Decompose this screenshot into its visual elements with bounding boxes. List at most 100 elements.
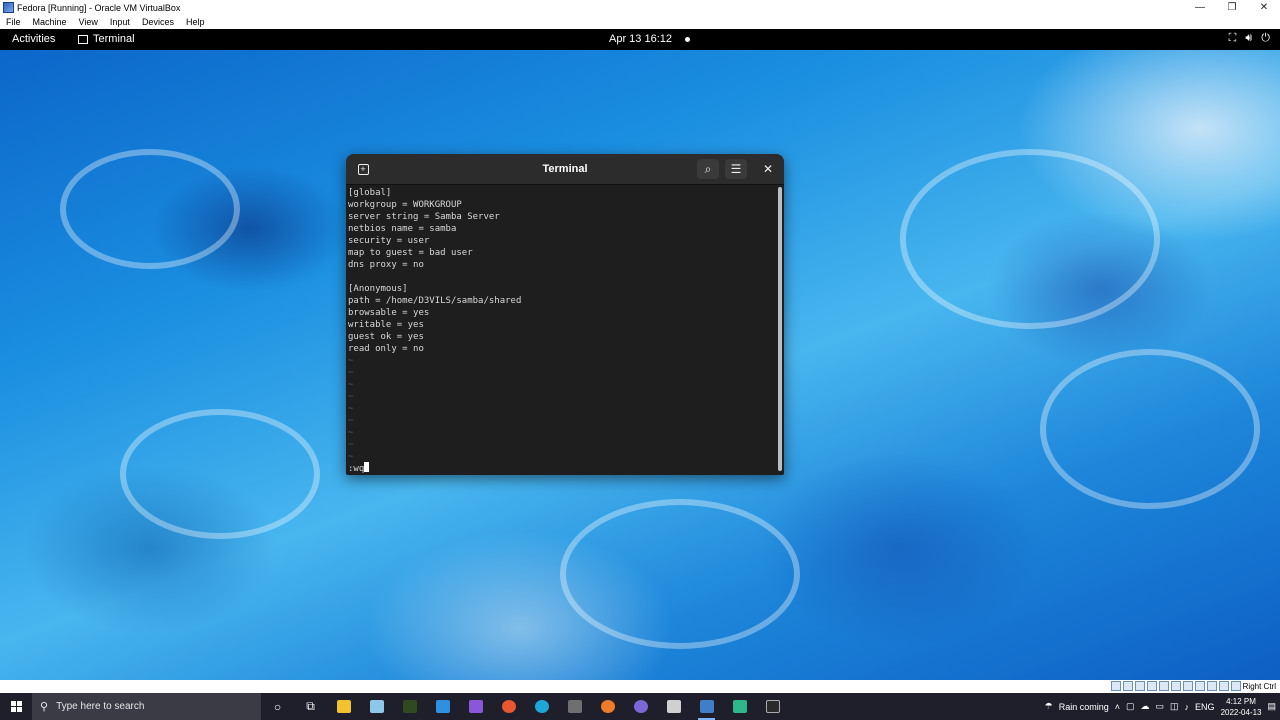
git-icon[interactable] [492,693,525,720]
terminal-close-button[interactable]: ✕ [757,159,779,179]
keyboard-status-icon[interactable] [1230,681,1241,691]
tray-app-icon[interactable]: ▢ [1126,701,1135,712]
vim-command: :wq [348,464,365,474]
terminal-scrollbar[interactable] [778,187,782,471]
notepad-icon[interactable] [360,693,393,720]
restore-button[interactable]: ❐ [1216,0,1248,15]
start-button[interactable] [0,693,32,720]
unity-icon[interactable] [657,693,690,720]
vim-empty-line: ~ [348,428,354,438]
weather-icon[interactable]: ☂ [1045,701,1053,712]
date-time[interactable]: Apr 13 16:12 [609,33,672,45]
volume-tray-icon[interactable]: ♪ [1185,702,1190,712]
file-explorer-swatch [336,700,351,713]
terminal-line: guest ok = yes [348,332,424,342]
activities-button[interactable]: Activities [12,33,55,45]
nvidia-swatch [402,700,417,713]
vbox-statusbar: Right Ctrl [0,680,1280,693]
task-view-icon[interactable]: ⧉ [294,693,327,720]
nvidia-icon[interactable] [393,693,426,720]
app-menu[interactable]: Terminal [78,33,135,45]
menu-file[interactable]: File [0,17,27,27]
menu-machine[interactable]: Machine [27,17,73,27]
taskbar-date: 2022-04-13 [1220,707,1262,717]
vbox-window-title: Fedora [Running] - Oracle VM VirtualBox [17,2,181,13]
recording-status-icon[interactable] [1194,681,1205,691]
mouse-integration-icon[interactable] [1218,681,1229,691]
gnome-top-bar: Activities Terminal Apr 13 16:12 ⛶ 🔊︎ ⏻ [0,29,1280,50]
notification-center-icon[interactable]: ▤ [1267,701,1276,712]
show-hidden-icons-icon[interactable]: ˄ [1115,702,1120,712]
notification-area: ☂ Rain coming ˄ ▢ ☁ ▭ ◫ ♪ ENG 4:12 PM 20… [1045,693,1280,720]
close-button[interactable]: ✕ [1248,0,1280,15]
menu-view[interactable]: View [73,17,104,27]
cortana-icon[interactable]: ○ [261,693,294,720]
weather-text[interactable]: Rain coming [1059,702,1109,712]
text-cursor [364,462,370,472]
terminal-app-icon[interactable] [756,693,789,720]
cpu-status-icon[interactable] [1206,681,1217,691]
search-icon: ⚲ [40,701,49,713]
vim-empty-line: ~ [348,452,354,462]
menu-help[interactable]: Help [180,17,211,27]
discord-icon[interactable] [624,693,657,720]
vim-empty-line: ~ [348,392,354,402]
virtualbox-taskbar-icon[interactable] [690,693,723,720]
minimize-button[interactable]: — [1184,0,1216,15]
system-tray[interactable]: ⛶ 🔊︎ ⏻ [1229,32,1270,45]
terminal-window[interactable]: + Terminal ⌕ ☰ ✕ [global] workgroup = WO… [346,154,784,475]
terminal-headerbar: + Terminal ⌕ ☰ ✕ [346,154,784,185]
guest-screen[interactable]: Activities Terminal Apr 13 16:12 ⛶ 🔊︎ ⏻ … [0,29,1280,680]
language-indicator[interactable]: ENG [1195,702,1215,712]
edge-icon[interactable] [525,693,558,720]
vscode-icon[interactable] [426,693,459,720]
menu-input[interactable]: Input [104,17,136,27]
file-explorer-icon[interactable] [327,693,360,720]
terminal-line: browsable = yes [348,308,430,318]
app-menu-label: Terminal [93,33,135,45]
vim-empty-line: ~ [348,380,354,390]
search-placeholder: Type here to search [56,701,145,712]
menu-devices[interactable]: Devices [136,17,180,27]
harddisk-status-icon[interactable] [1110,681,1121,691]
close-icon: ✕ [762,162,774,176]
firefox-icon[interactable] [591,693,624,720]
vim-empty-line: ~ [348,404,354,414]
taskbar-clock[interactable]: 4:12 PM 2022-04-13 [1221,696,1262,718]
edge-swatch [534,700,549,713]
display-status-icon[interactable] [1182,681,1193,691]
vscode-swatch [435,700,450,713]
network-tray-icon[interactable]: ◫ [1170,701,1179,712]
display-tray-icon[interactable]: ▭ [1156,701,1165,712]
taskbar-search-box[interactable]: ⚲ Type here to search [32,693,261,720]
virtualbox-app-icon [3,2,14,13]
terminal-line: server string = Samba Server [348,212,500,222]
optical-status-icon[interactable] [1122,681,1133,691]
audio-status-icon[interactable] [1134,681,1145,691]
network-icon[interactable]: ⛶ [1229,32,1237,45]
search-button[interactable]: ⌕ [697,159,719,179]
windows-logo-icon [10,701,22,712]
terminal-line: writable = yes [348,320,424,330]
terminal-line: [Anonymous] [348,284,408,294]
network-status-icon[interactable] [1146,681,1157,691]
hamburger-menu-button[interactable]: ☰ [725,159,747,179]
onedrive-icon[interactable]: ☁ [1141,701,1150,712]
gpu-app-icon[interactable] [558,693,591,720]
visual-studio-icon[interactable] [459,693,492,720]
power-icon[interactable]: ⏻ [1261,32,1270,45]
vim-empty-line: ~ [348,368,354,378]
vim-empty-line: ~ [348,440,354,450]
search-icon: ⌕ [704,161,712,176]
shared-folder-status-icon[interactable] [1170,681,1181,691]
usb-status-icon[interactable] [1158,681,1169,691]
windows-taskbar: ⚲ Type here to search ○ ⧉ ☂ Rain coming … [0,693,1280,720]
git-swatch [501,700,516,713]
terminal-content[interactable]: [global] workgroup = WORKGROUP server st… [346,185,776,475]
vbox-menubar: File Machine View Input Devices Help [0,15,1280,29]
volume-icon[interactable]: 🔊︎ [1245,32,1252,45]
unity-swatch [666,700,681,713]
new-tab-button[interactable]: + [352,159,374,179]
vim-command-line[interactable]: :wq [348,462,370,474]
android-studio-icon[interactable] [723,693,756,720]
